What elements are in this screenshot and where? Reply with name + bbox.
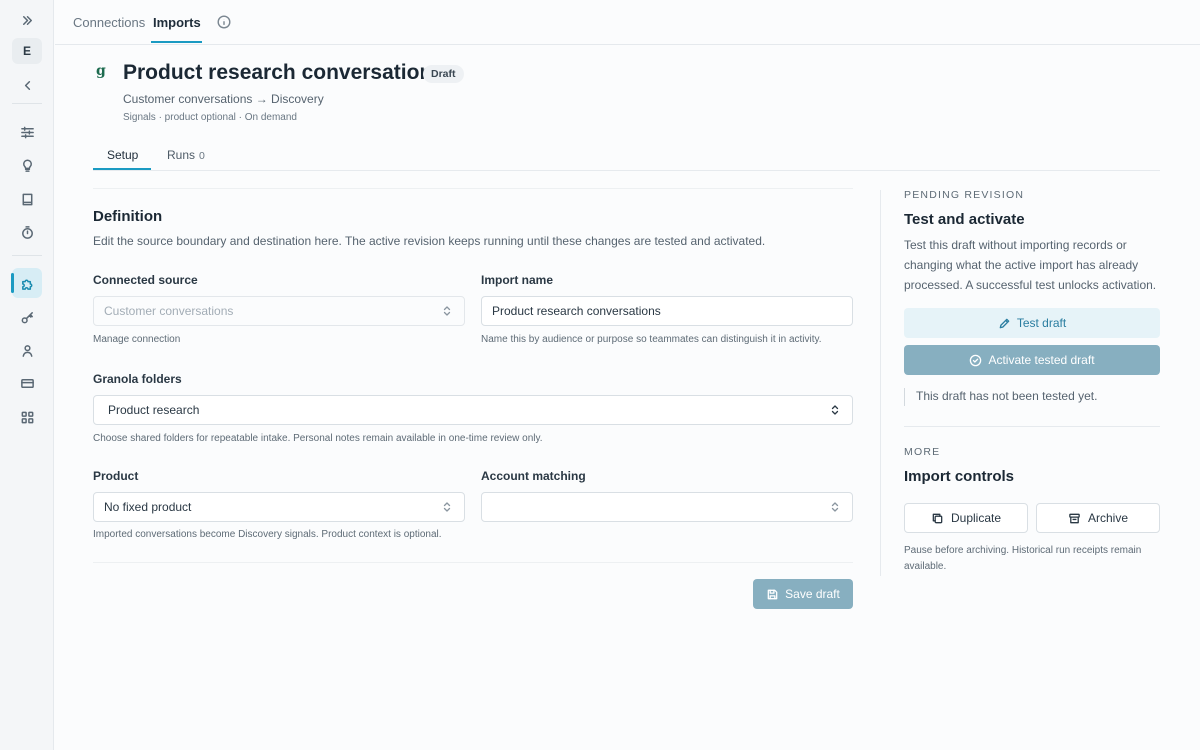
save-draft-label: Save draft <box>785 587 840 601</box>
granola-logo: g <box>96 63 106 79</box>
runs-count: 0 <box>199 150 205 162</box>
import-name-input[interactable]: Product research conversations <box>481 296 853 326</box>
page-meta: Signals · product optional · On demand <box>123 112 297 123</box>
chevron-left-icon[interactable] <box>12 70 42 100</box>
key-icon[interactable] <box>12 302 42 332</box>
tab-runs[interactable]: Runs 0 <box>167 148 205 162</box>
chevron-up-down-icon <box>442 305 452 317</box>
info-icon[interactable] <box>217 15 231 29</box>
panel-divider <box>880 190 881 576</box>
save-draft-button[interactable]: Save draft <box>753 579 853 609</box>
more-eyebrow: MORE <box>904 446 941 458</box>
tab-imports[interactable]: Imports <box>153 15 201 30</box>
untested-note: This draft has not been tested yet. <box>904 388 1097 406</box>
left-rail: E <box>0 0 54 750</box>
account-matching-select[interactable] <box>481 492 853 522</box>
definition-heading: Definition <box>93 208 163 225</box>
folders-select[interactable]: Product research <box>93 395 853 425</box>
product-value: No fixed product <box>104 500 192 514</box>
connected-source-value: Customer conversations <box>104 304 234 318</box>
duplicate-button[interactable]: Duplicate <box>904 503 1028 533</box>
chevron-up-down-icon <box>442 501 452 513</box>
duplicate-label: Duplicate <box>950 511 1002 525</box>
test-activate-heading: Test and activate <box>904 211 1025 228</box>
timer-icon[interactable] <box>12 217 42 247</box>
panel-separator <box>904 426 1160 427</box>
account-matching-label: Account matching <box>481 469 586 483</box>
connected-source-select: Customer conversations <box>93 296 465 326</box>
grid-icon[interactable] <box>12 402 42 432</box>
chevron-up-down-icon <box>830 501 840 513</box>
check-circle-icon <box>970 354 982 366</box>
import-name-label: Import name <box>481 273 554 287</box>
tab-setup[interactable]: Setup <box>107 148 138 162</box>
test-draft-button[interactable]: Test draft <box>904 308 1160 338</box>
status-badge: Draft <box>423 65 464 83</box>
pencil-icon <box>999 318 1010 328</box>
test-draft-label: Test draft <box>1016 316 1067 330</box>
workspace-avatar[interactable]: E <box>12 38 42 64</box>
section-divider <box>93 562 853 563</box>
tab-connections[interactable]: Connections <box>73 15 145 30</box>
activate-label: Activate tested draft <box>988 353 1095 367</box>
archive-label: Archive <box>1087 511 1128 525</box>
archive-note: Pause before archiving. Historical run r… <box>904 545 1142 572</box>
chevrons-right-icon[interactable] <box>12 5 42 35</box>
product-label: Product <box>93 469 139 483</box>
book-icon[interactable] <box>12 184 42 214</box>
folders-label: Granola folders <box>93 372 182 386</box>
user-icon[interactable] <box>12 335 42 365</box>
save-icon <box>767 589 778 599</box>
sliders-icon[interactable] <box>12 117 42 147</box>
rail-divider <box>12 255 42 256</box>
tab-runs-label: Runs <box>167 148 196 162</box>
import-name-help: Name this by audience or purpose so team… <box>481 334 822 345</box>
folders-help: Choose shared folders for repeatable int… <box>93 433 543 444</box>
lightbulb-icon[interactable] <box>12 150 42 180</box>
manage-connection-link[interactable]: Manage connection <box>93 334 180 345</box>
folders-value: Product research <box>108 403 200 417</box>
product-help: Imported conversations become Discovery … <box>93 529 442 540</box>
section-divider <box>93 188 853 189</box>
import-controls-heading: Import controls <box>904 468 1015 485</box>
top-nav: Connections Imports <box>55 0 1200 45</box>
chevron-up-down-icon <box>830 404 840 416</box>
subtabs-divider <box>93 170 1160 171</box>
credit-card-icon[interactable] <box>12 368 42 398</box>
connected-source-label: Connected source <box>93 273 198 287</box>
archive-icon <box>1069 513 1080 523</box>
definition-description: Edit the source boundary and destination… <box>93 234 766 248</box>
page-subtitle: Customer conversations → Discovery <box>123 92 324 106</box>
rail-divider <box>12 103 42 104</box>
copy-icon <box>932 513 943 523</box>
page-title: Product research conversations <box>123 61 444 84</box>
pending-revision-eyebrow: PENDING REVISION <box>904 189 1025 201</box>
puzzle-icon[interactable] <box>11 268 42 298</box>
product-select[interactable]: No fixed product <box>93 492 465 522</box>
test-activate-description: Test this draft without importing record… <box>904 238 1157 292</box>
active-tab-indicator <box>151 41 202 43</box>
archive-button[interactable]: Archive <box>1036 503 1160 533</box>
import-name-value: Product research conversations <box>492 304 661 318</box>
activate-tested-draft-button[interactable]: Activate tested draft <box>904 345 1160 375</box>
